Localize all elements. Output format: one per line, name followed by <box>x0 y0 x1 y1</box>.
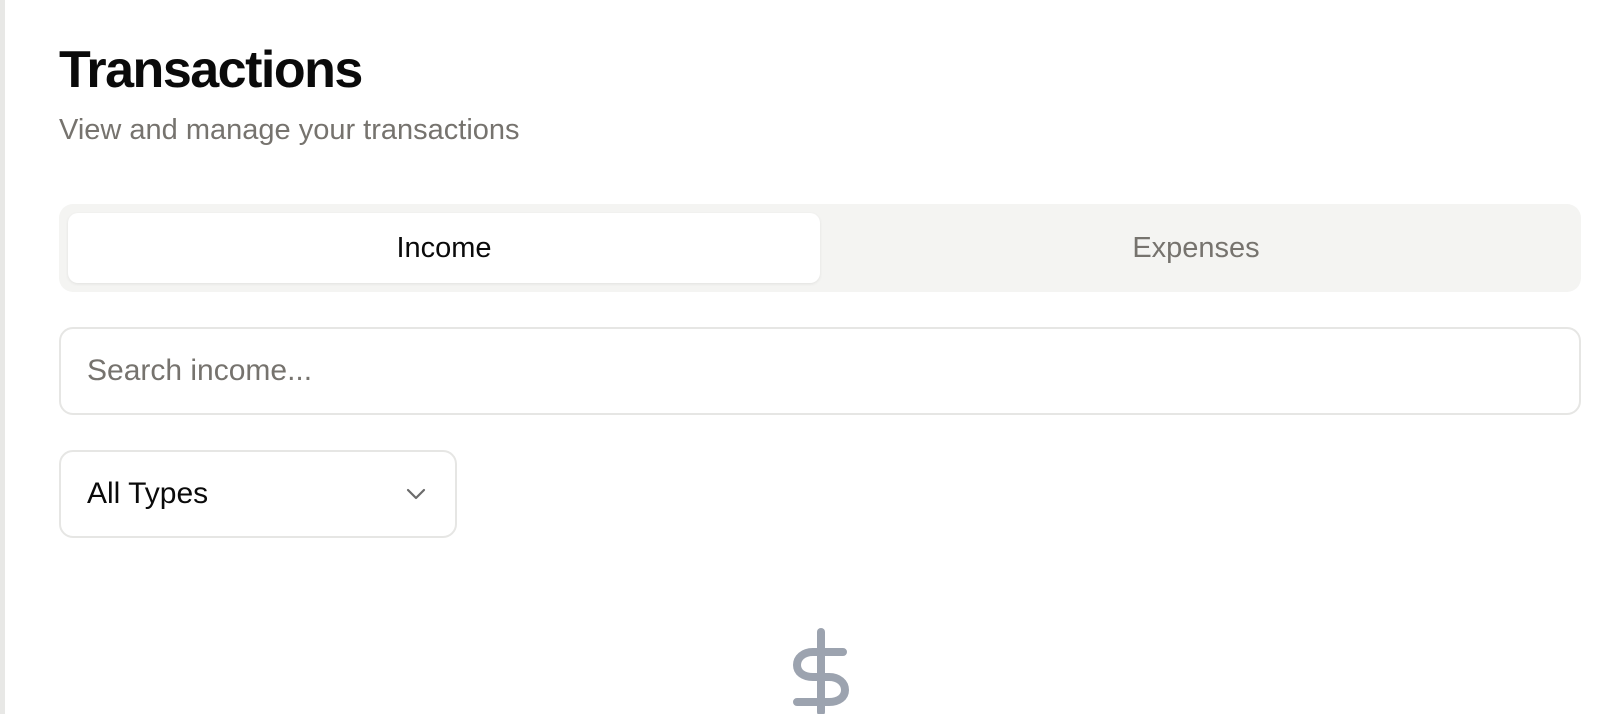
transaction-type-tabs: Income Expenses <box>59 204 1581 292</box>
search-field <box>59 327 1581 415</box>
chevron-down-icon <box>403 481 429 507</box>
tab-expenses[interactable]: Expenses <box>820 213 1572 283</box>
transactions-page: Transactions View and manage your transa… <box>0 0 1620 714</box>
type-filter-value: All Types <box>87 477 209 510</box>
tab-income[interactable]: Income <box>68 213 820 283</box>
page-subtitle: View and manage your transactions <box>59 114 520 146</box>
search-input[interactable] <box>61 329 1579 413</box>
type-filter-select[interactable]: All Types <box>59 450 457 538</box>
page-title: Transactions <box>59 41 363 99</box>
dollar-sign-icon <box>791 628 851 714</box>
